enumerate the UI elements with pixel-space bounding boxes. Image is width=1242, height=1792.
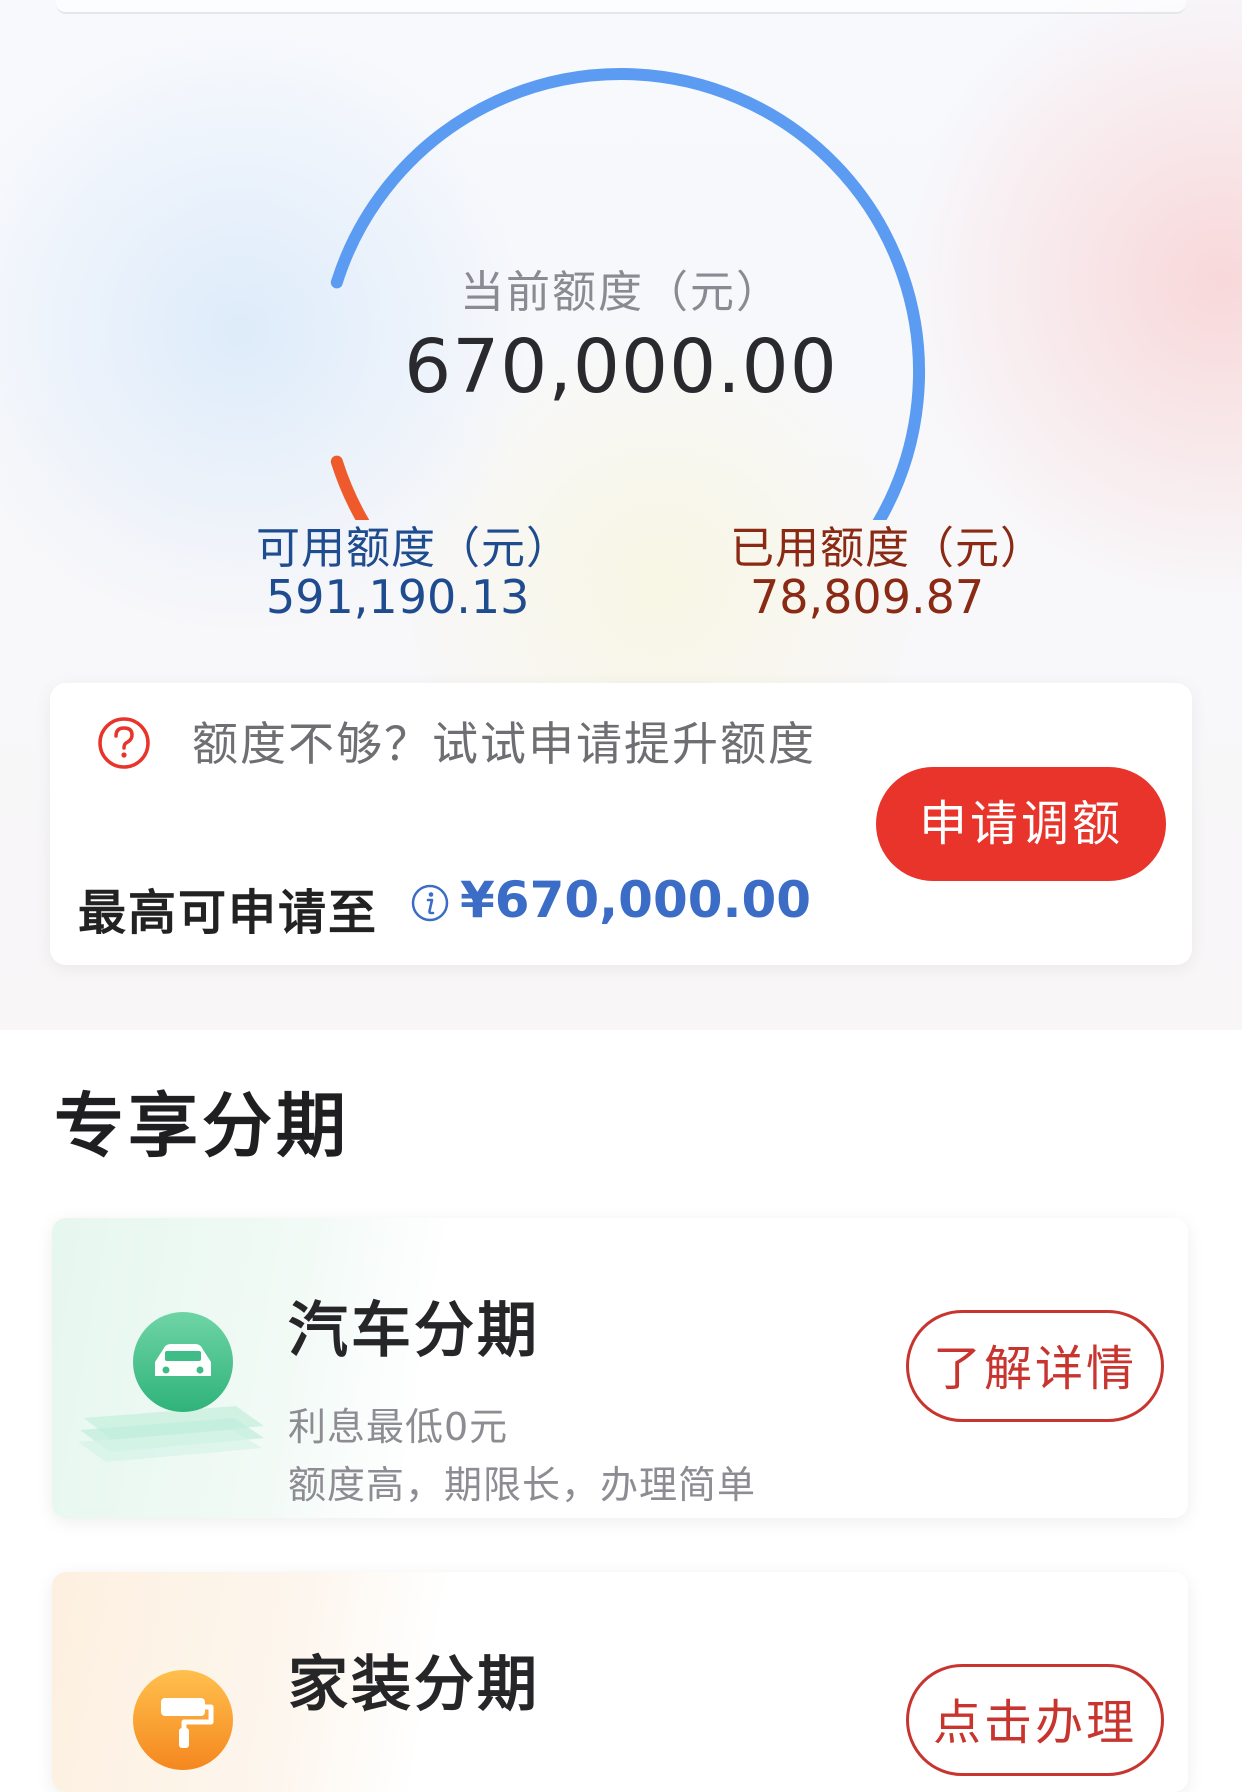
question-icon[interactable] xyxy=(96,715,152,771)
current-limit-label: 当前额度（元） xyxy=(460,267,782,318)
paint-roller-icon xyxy=(133,1670,233,1770)
limit-increase-card: 额度不够？试试申请提升额度 最高可申请至 ¥670,000.00 申请调额 xyxy=(50,683,1192,965)
product-subtitle: 利息最低0元 xyxy=(288,1405,509,1449)
current-limit-value: 670,000.00 xyxy=(404,324,838,410)
home-decor-installment-card[interactable]: 家装分期 点击办理 xyxy=(52,1572,1188,1792)
learn-more-button[interactable]: 了解详情 xyxy=(906,1310,1164,1422)
info-icon[interactable] xyxy=(410,883,450,923)
apply-limit-adjust-button[interactable]: 申请调额 xyxy=(876,767,1166,881)
used-limit-label: 已用额度（元） xyxy=(730,523,1045,574)
available-limit-value: 591,190.13 xyxy=(266,570,530,624)
car-installment-card[interactable]: 汽车分期 利息最低0元 额度高，期限长，办理简单 了解详情 xyxy=(52,1218,1188,1518)
limit-increase-prompt: 额度不够？试试申请提升额度 xyxy=(192,717,816,771)
product-title: 汽车分期 xyxy=(288,1296,540,1366)
used-limit-value: 78,809.87 xyxy=(750,570,985,624)
max-apply-value: ¥670,000.00 xyxy=(460,871,812,929)
product-title: 家装分期 xyxy=(288,1650,540,1720)
apply-now-button[interactable]: 点击办理 xyxy=(906,1664,1164,1776)
product-description: 额度高，期限长，办理简单 xyxy=(288,1463,757,1507)
max-apply-label: 最高可申请至 xyxy=(78,885,379,941)
car-icon xyxy=(78,1312,264,1462)
section-title: 专享分期 xyxy=(54,1085,350,1167)
available-limit-label: 可用额度（元） xyxy=(256,523,571,574)
